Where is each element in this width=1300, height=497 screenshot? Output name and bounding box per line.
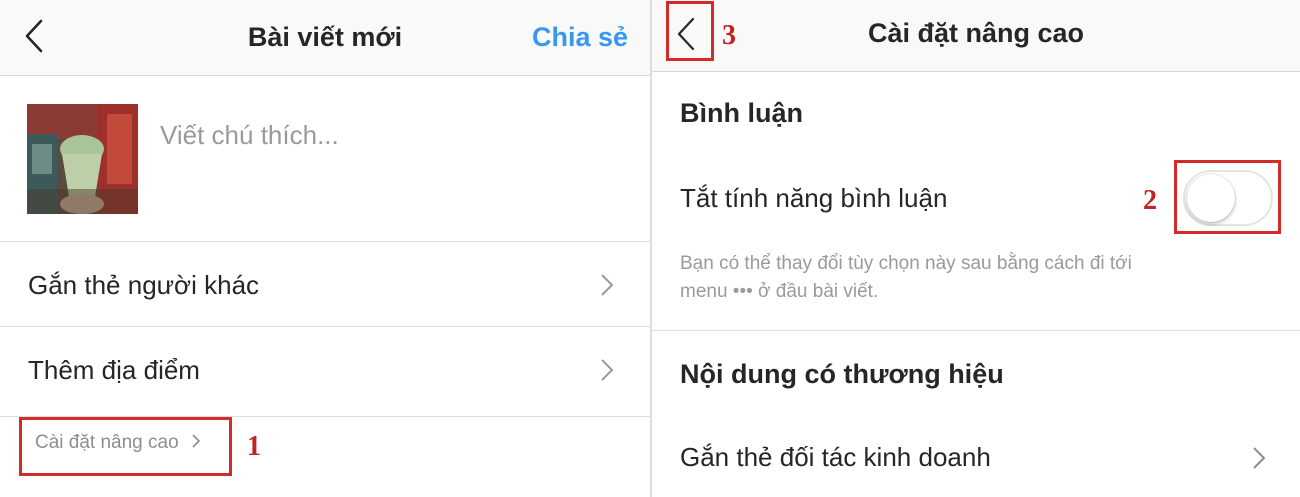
section-divider: [652, 330, 1300, 331]
toggle-knob: [1187, 174, 1235, 222]
new-post-screen: Bài viết mới Chia sẻ Viết chú thích... G…: [0, 0, 650, 497]
new-post-navbar: Bài viết mới Chia sẻ: [0, 0, 650, 76]
comments-section-title: Bình luận: [680, 98, 803, 128]
disable-comments-label: Tắt tính năng bình luận: [680, 183, 948, 213]
photo-image: [27, 104, 138, 214]
tag-people-label: Gắn thẻ người khác: [28, 270, 260, 300]
comments-help-text: Bạn có thể thay đổi tùy chọn này sau bằn…: [680, 250, 1132, 306]
chevron-right-icon: [1253, 447, 1266, 469]
advanced-settings-screen: Cài đặt nâng cao 3 Bình luận Tắt tính nă…: [652, 0, 1300, 497]
annotation-box-3: [666, 1, 714, 61]
caption-section: Viết chú thích...: [0, 76, 650, 242]
post-thumbnail: [27, 104, 138, 214]
help-text-line-1: Bạn có thể thay đổi tùy chọn này sau bằn…: [680, 253, 1132, 274]
advanced-settings-navbar: Cài đặt nâng cao: [652, 0, 1300, 72]
annotation-box-1: [19, 417, 232, 476]
add-location-label: Thêm địa điểm: [28, 355, 200, 385]
caption-input[interactable]: Viết chú thích...: [160, 120, 339, 151]
chevron-right-icon: [601, 359, 614, 381]
annotation-number-1: 1: [247, 431, 261, 462]
add-location-row[interactable]: Thêm địa điểm: [0, 327, 650, 417]
annotation-number-2: 2: [1143, 185, 1157, 216]
share-button[interactable]: Chia sẻ: [532, 22, 628, 53]
annotation-number-3: 3: [722, 20, 736, 51]
page-title: Cài đặt nâng cao: [867, 18, 1085, 48]
help-text-line-2: menu ••• ở đầu bài viết.: [680, 281, 879, 302]
tag-people-row[interactable]: Gắn thẻ người khác: [0, 242, 650, 327]
disable-comments-toggle[interactable]: [1183, 170, 1273, 226]
tag-business-partner-label: Gắn thẻ đối tác kinh doanh: [680, 442, 991, 472]
branded-content-section-title: Nội dung có thương hiệu: [680, 359, 1004, 389]
chevron-right-icon: [601, 274, 614, 296]
tag-business-partner-row[interactable]: Gắn thẻ đối tác kinh doanh: [652, 420, 1300, 497]
